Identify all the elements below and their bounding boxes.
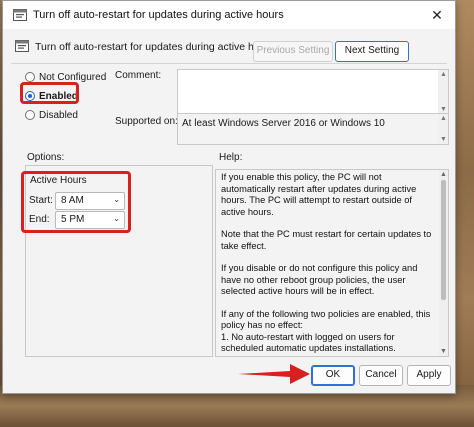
policy-icon <box>13 9 27 21</box>
scroll-down-icon[interactable]: ▼ <box>440 136 447 143</box>
scrollbar-thumb[interactable] <box>441 180 446 300</box>
supported-on-field: At least Windows Server 2016 or Windows … <box>177 113 449 145</box>
supported-on-value: At least Windows Server 2016 or Windows … <box>182 118 385 129</box>
scroll-up-icon[interactable]: ▲ <box>440 71 447 78</box>
highlight-box-active-hours <box>21 171 131 233</box>
help-paragraph: If any of the following two policies are… <box>221 308 431 357</box>
comment-textarea[interactable]: ▲ ▼ <box>177 69 449 115</box>
comment-label: Comment: <box>115 70 162 81</box>
radio-circle[interactable] <box>25 72 35 82</box>
title-bar[interactable]: Turn off auto-restart for updates during… <box>3 1 455 29</box>
scroll-up-icon[interactable]: ▲ <box>440 115 447 122</box>
policy-name: Turn off auto-restart for updates during… <box>35 41 275 53</box>
divider <box>11 63 447 64</box>
help-scrollbar[interactable]: ▲ ▼ <box>439 170 448 356</box>
help-panel: If you enable this policy, the PC will n… <box>215 169 449 357</box>
close-button[interactable]: ✕ <box>427 6 447 24</box>
help-paragraph: Note that the PC must restart for certai… <box>221 229 432 251</box>
scroll-down-icon[interactable]: ▼ <box>440 106 447 113</box>
red-arrow-annotation-icon <box>238 364 310 384</box>
previous-setting-button[interactable]: Previous Setting <box>253 41 333 62</box>
background-right <box>454 0 474 427</box>
options-label: Options: <box>27 152 65 163</box>
help-label: Help: <box>219 152 243 163</box>
radio-label: Not Configured <box>39 71 107 83</box>
help-text: If you enable this policy, the PC will n… <box>221 172 435 357</box>
policy-icon <box>15 40 29 52</box>
help-paragraph: If you enable this policy, the PC will n… <box>221 172 417 217</box>
cancel-button[interactable]: Cancel <box>359 365 403 386</box>
ok-button[interactable]: OK <box>311 365 355 386</box>
supported-scrollbar[interactable]: ▲ ▼ <box>438 114 448 144</box>
next-setting-button[interactable]: Next Setting <box>335 41 409 62</box>
apply-button[interactable]: Apply <box>407 365 451 386</box>
radio-label: Disabled <box>39 109 78 121</box>
supported-on-label: Supported on: <box>115 116 178 127</box>
window-title: Turn off auto-restart for updates during… <box>33 9 284 21</box>
scroll-down-icon[interactable]: ▼ <box>440 348 447 355</box>
highlight-box-enabled <box>20 82 79 104</box>
radio-disabled[interactable]: Disabled <box>25 108 78 122</box>
scroll-up-icon[interactable]: ▲ <box>440 171 447 178</box>
help-paragraph: If you disable or do not configure this … <box>221 263 418 296</box>
comment-scrollbar[interactable]: ▲ ▼ <box>438 70 448 114</box>
policy-dialog: Turn off auto-restart for updates during… <box>2 0 456 394</box>
radio-circle[interactable] <box>25 110 35 120</box>
